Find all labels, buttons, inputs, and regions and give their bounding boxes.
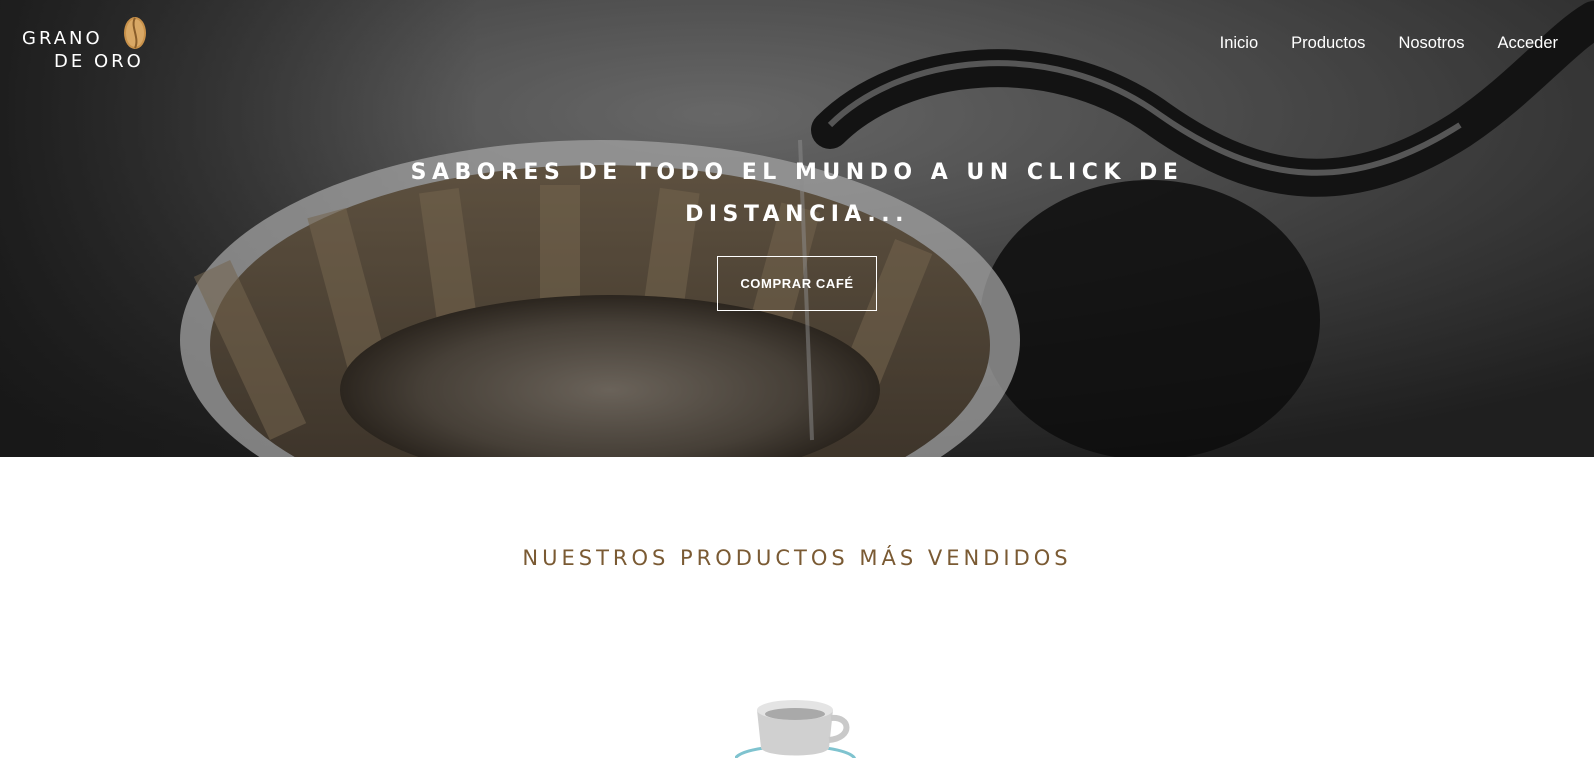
coffee-bean-icon (124, 17, 146, 49)
logo-text-line2: DE ORO (54, 51, 144, 72)
logo-text-line1: GRANO (22, 28, 103, 49)
espresso-cup-image[interactable] (735, 700, 865, 758)
brand-logo[interactable]: GRANO DE ORO (22, 16, 162, 72)
hero-content: SABORES DE TODO EL MUNDO A UN CLICK DE D… (0, 152, 1594, 311)
nav-link-productos[interactable]: Productos (1291, 34, 1365, 53)
navbar: GRANO DE ORO Inicio Productos Nosotros A… (0, 0, 1594, 90)
main-nav: Inicio Productos Nosotros Acceder (1220, 34, 1558, 53)
hero-section: GRANO DE ORO Inicio Productos Nosotros A… (0, 0, 1594, 457)
nav-link-acceder[interactable]: Acceder (1497, 34, 1558, 53)
nav-link-nosotros[interactable]: Nosotros (1398, 34, 1464, 53)
bestsellers-title: NUESTROS PRODUCTOS MÁS VENDIDOS (522, 546, 1072, 570)
buy-coffee-button[interactable]: COMPRAR CAFÉ (717, 256, 877, 311)
hero-title: SABORES DE TODO EL MUNDO A UN CLICK DE D… (410, 160, 1184, 227)
nav-link-inicio[interactable]: Inicio (1220, 34, 1259, 53)
